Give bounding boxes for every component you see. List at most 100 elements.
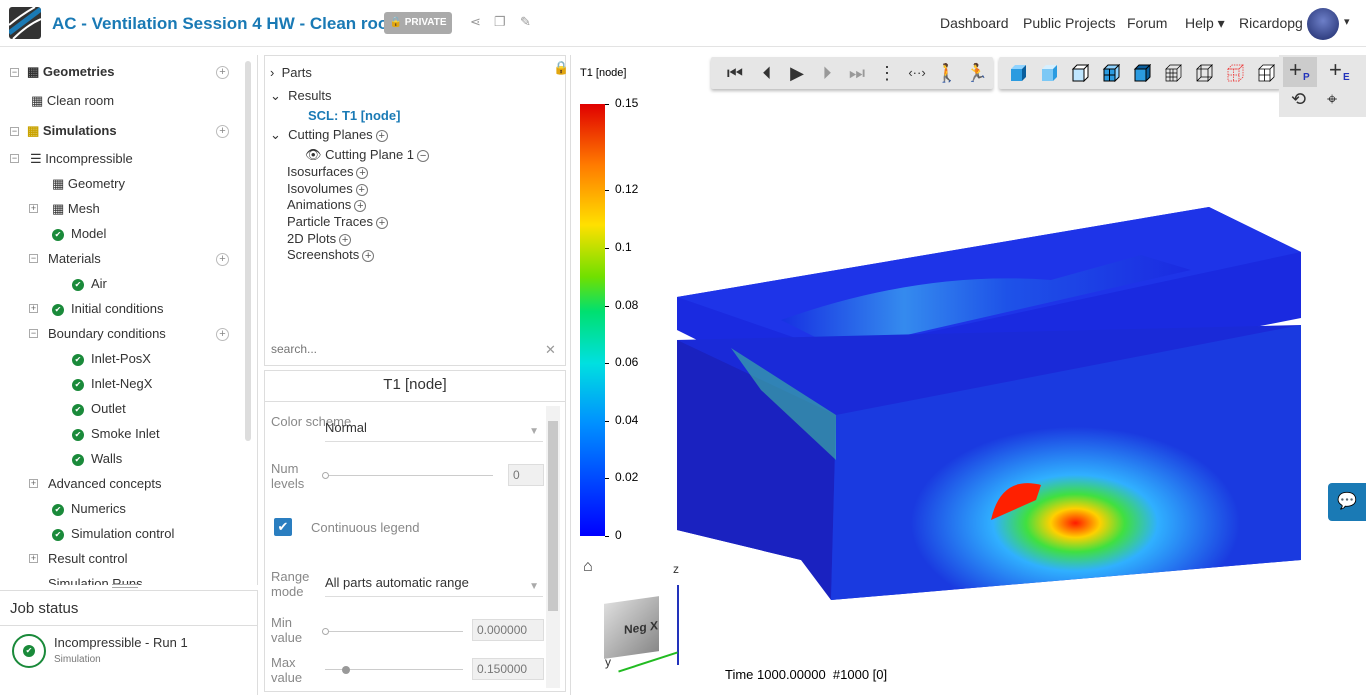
- fit-view-icon[interactable]: ‹··›: [905, 63, 929, 83]
- tree-2d-plots[interactable]: 2D Plots +: [287, 231, 352, 246]
- max-value-slider[interactable]: [325, 666, 463, 674]
- skip-last-icon[interactable]: ⏭: [845, 63, 869, 83]
- max-value-label: Max value: [271, 655, 303, 685]
- tree-scl-t1[interactable]: SCL: T1 [node]: [308, 108, 400, 123]
- tree-initial-conditions[interactable]: ✔ Initial conditions: [52, 299, 164, 319]
- tree-geometries[interactable]: ▦ Geometries: [27, 62, 114, 82]
- projection-toolbar: + P + E ⟲ ⌖: [1279, 55, 1366, 117]
- min-value-field[interactable]: 0.000000: [472, 619, 544, 641]
- color-legend-bar: [580, 104, 605, 536]
- tree-simulations[interactable]: ▦ Simulations: [27, 121, 117, 141]
- tree-isovolumes[interactable]: Isovolumes +: [287, 181, 368, 196]
- tree-scrollbar[interactable]: [245, 61, 251, 441]
- perspective-button[interactable]: + P: [1283, 57, 1317, 87]
- solid-cube-icon[interactable]: [1009, 64, 1027, 82]
- tree-mesh[interactable]: ▦ Mesh: [52, 199, 100, 219]
- rotate-axes-icon[interactable]: ⟲: [1291, 89, 1306, 110]
- user-menu-chevron-icon[interactable]: ▾: [1344, 15, 1350, 28]
- wire-mesh-cube-icon[interactable]: [1164, 64, 1182, 82]
- outline-solid-cube-icon[interactable]: [1133, 64, 1151, 82]
- properties-scrollbar[interactable]: [546, 406, 560, 688]
- tree-walls[interactable]: ✔ Walls: [72, 449, 122, 469]
- step-back-icon[interactable]: ⏴: [755, 63, 779, 83]
- project-title[interactable]: AC - Ventilation Session 4 HW - Clean ro…: [52, 14, 403, 34]
- job-run-name[interactable]: Incompressible - Run 1: [54, 635, 188, 650]
- avatar[interactable]: [1307, 8, 1339, 40]
- nav-dashboard[interactable]: Dashboard: [940, 15, 1009, 31]
- play-icon[interactable]: ▶: [785, 63, 809, 83]
- min-value-label: Min value: [271, 615, 303, 645]
- center-target-icon[interactable]: ⌖: [1327, 89, 1337, 110]
- run-icon[interactable]: 🏃: [965, 63, 989, 83]
- app-logo[interactable]: [9, 7, 41, 39]
- tree-results[interactable]: ⌄ Results: [270, 88, 331, 104]
- tree-search-input[interactable]: [271, 342, 541, 356]
- mesh-cube-icon[interactable]: [1102, 64, 1120, 82]
- nav-help[interactable]: Help ▾: [1185, 15, 1225, 32]
- clear-search-icon[interactable]: ✕: [545, 342, 556, 358]
- smooth-cube-icon[interactable]: [1040, 64, 1058, 82]
- tree-numerics[interactable]: ✔ Numerics: [52, 499, 126, 519]
- walk-icon[interactable]: 🚶: [935, 63, 959, 83]
- private-badge: 🔒 PRIVATE: [384, 12, 452, 34]
- home-view-icon[interactable]: ⌂: [583, 558, 593, 576]
- grid-cube-icon[interactable]: [1257, 64, 1275, 82]
- tree-outlet[interactable]: ✔ Outlet: [72, 399, 126, 419]
- legend-tick-label: 0: [615, 528, 622, 542]
- nav-user[interactable]: Ricardopg: [1239, 15, 1303, 31]
- tree-cutting-plane-1[interactable]: 👁 Cutting Plane 1−: [305, 147, 430, 163]
- 3d-viewer[interactable]: ⏮ ⏴ ▶ ⏵ ⏭ ⋮ ‹··› 🚶 🏃 + P + E ⟲ ⌖ T1 [node]…: [570, 55, 1366, 695]
- tree-advanced-concepts[interactable]: Advanced concepts: [48, 474, 161, 494]
- points-cube-icon[interactable]: [1226, 64, 1244, 82]
- tree-geometry[interactable]: ▦ Geometry: [52, 174, 125, 194]
- max-value-field[interactable]: 0.150000: [472, 658, 544, 680]
- header: AC - Ventilation Session 4 HW - Clean ro…: [0, 0, 1366, 47]
- chat-button[interactable]: 💬: [1328, 483, 1366, 521]
- tree-air[interactable]: ✔ Air: [72, 274, 107, 294]
- view-cube[interactable]: Neg X: [604, 596, 659, 659]
- orthographic-button[interactable]: + E: [1323, 57, 1357, 87]
- tree-smoke-inlet[interactable]: ✔ Smoke Inlet: [72, 424, 160, 444]
- num-levels-slider[interactable]: [322, 472, 493, 479]
- tree-isosurfaces[interactable]: Isosurfaces +: [287, 164, 369, 179]
- tree-screenshots[interactable]: Screenshots +: [287, 247, 375, 262]
- nav-public-projects[interactable]: Public Projects: [1023, 15, 1116, 31]
- continuous-legend-checkbox[interactable]: ✔: [274, 518, 292, 536]
- tree-inlet-negx[interactable]: ✔ Inlet-NegX: [72, 374, 152, 394]
- tree-inlet-posx[interactable]: ✔ Inlet-PosX: [72, 349, 151, 369]
- range-mode-select[interactable]: All parts automatic range ▼: [325, 575, 543, 597]
- more-options-icon[interactable]: ⋮: [875, 63, 899, 83]
- min-value-slider[interactable]: [322, 628, 463, 635]
- num-levels-field[interactable]: 0: [508, 464, 544, 486]
- job-run-type: Simulation: [54, 654, 101, 665]
- tree-parts[interactable]: › Parts: [270, 65, 312, 80]
- tree-result-control[interactable]: Result control: [48, 549, 127, 569]
- simulation-tree: − ▦ Geometries + ▦ Clean room − ▦ Simulat…: [0, 55, 258, 585]
- copy-icon[interactable]: ❐: [494, 14, 506, 30]
- add-simulation-button[interactable]: +: [216, 125, 229, 138]
- step-forward-icon[interactable]: ⏵: [815, 63, 839, 83]
- tree-model[interactable]: ✔ Model: [52, 224, 106, 244]
- tree-incompressible[interactable]: ☰ Incompressible: [30, 149, 133, 169]
- tree-particle-traces[interactable]: Particle Traces +: [287, 214, 388, 229]
- resize-handle[interactable]: [112, 584, 138, 588]
- tree-materials[interactable]: Materials: [48, 249, 101, 269]
- wireframe-cube-icon[interactable]: [1195, 64, 1213, 82]
- nav-forum[interactable]: Forum: [1127, 15, 1167, 31]
- clean-room-model[interactable]: [671, 200, 1321, 610]
- solid-edges-cube-icon[interactable]: [1071, 64, 1089, 82]
- tree-boundary-conditions[interactable]: Boundary conditions: [48, 324, 166, 344]
- skip-first-icon[interactable]: ⏮: [723, 63, 747, 83]
- share-icon[interactable]: ⋖: [470, 14, 481, 30]
- axis-y-label: y: [605, 655, 611, 669]
- add-material-button[interactable]: +: [216, 253, 229, 266]
- tree-cutting-planes[interactable]: ⌄ Cutting Planes +: [270, 127, 388, 143]
- lock-icon[interactable]: 🔒: [553, 60, 569, 76]
- tree-simulation-control[interactable]: ✔ Simulation control: [52, 524, 174, 544]
- edit-icon[interactable]: ✎: [520, 14, 531, 30]
- tree-clean-room[interactable]: ▦ Clean room: [31, 91, 114, 111]
- add-geometry-button[interactable]: +: [216, 66, 229, 79]
- tree-animations[interactable]: Animations +: [287, 197, 367, 212]
- add-boundary-button[interactable]: +: [216, 328, 229, 341]
- color-scheme-select[interactable]: Normal ▼: [325, 420, 543, 442]
